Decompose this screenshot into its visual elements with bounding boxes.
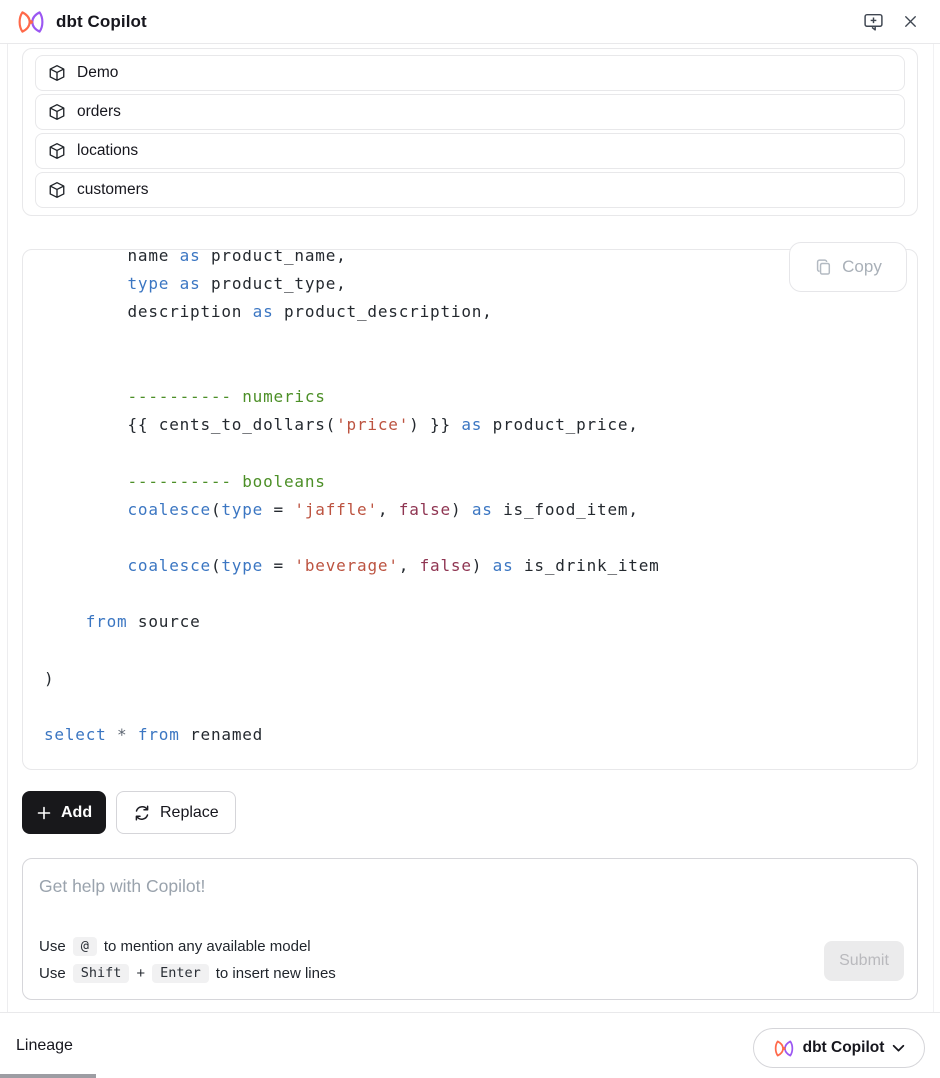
copilot-prompt-input[interactable]: Get help with Copilot! Use@to mention an… bbox=[22, 858, 918, 1000]
lineage-tab-underline bbox=[0, 1074, 96, 1078]
copy-icon bbox=[814, 258, 833, 277]
model-chip-demo[interactable]: Demo bbox=[35, 55, 905, 91]
panel-right-border bbox=[933, 44, 934, 1012]
add-button[interactable]: Add bbox=[22, 791, 106, 834]
page-title: dbt Copilot bbox=[56, 12, 147, 32]
model-chip-locations[interactable]: locations bbox=[35, 133, 905, 169]
replace-button[interactable]: Replace bbox=[116, 791, 236, 834]
refresh-icon bbox=[133, 804, 151, 822]
prompt-hints: Use@to mention any available model UseSh… bbox=[39, 933, 336, 986]
code-scroll-area[interactable]: name as product_name, type as product_ty… bbox=[23, 250, 917, 769]
plus-icon bbox=[36, 805, 52, 821]
open-in-editor-button[interactable] bbox=[861, 9, 886, 34]
model-chip-label: Demo bbox=[77, 64, 118, 82]
copilot-mode-dropdown[interactable]: dbt Copilot bbox=[753, 1028, 925, 1068]
model-chip-orders[interactable]: orders bbox=[35, 94, 905, 130]
hint-newlines: UseShift+Enterto insert new lines bbox=[39, 960, 336, 986]
cube-icon bbox=[48, 142, 66, 160]
model-list: Demo orders locations customers bbox=[22, 48, 918, 216]
panel-left-border bbox=[7, 44, 8, 1012]
close-icon bbox=[901, 12, 920, 31]
bottom-bar: Lineage dbt Copilot bbox=[0, 1012, 940, 1078]
open-in-editor-icon bbox=[863, 11, 884, 32]
prompt-placeholder: Get help with Copilot! bbox=[39, 876, 901, 897]
model-chip-label: locations bbox=[77, 142, 138, 160]
replace-button-label: Replace bbox=[160, 804, 219, 822]
copilot-header: dbt Copilot bbox=[0, 0, 940, 44]
copilot-dropdown-label: dbt Copilot bbox=[803, 1039, 885, 1057]
copy-button[interactable]: Copy bbox=[789, 242, 907, 292]
add-button-label: Add bbox=[61, 804, 92, 822]
dbt-copilot-logo-icon bbox=[773, 1039, 795, 1058]
code-content: name as product_name, type as product_ty… bbox=[23, 250, 917, 749]
model-chip-label: orders bbox=[77, 103, 121, 121]
generated-code-block: name as product_name, type as product_ty… bbox=[22, 249, 918, 770]
close-button[interactable] bbox=[899, 10, 922, 33]
hint-mention: Use@to mention any available model bbox=[39, 933, 336, 959]
cube-icon bbox=[48, 181, 66, 199]
chevron-down-icon bbox=[892, 1044, 905, 1053]
submit-button[interactable]: Submit bbox=[824, 941, 904, 981]
model-chip-customers[interactable]: customers bbox=[35, 172, 905, 208]
copy-button-label: Copy bbox=[842, 257, 882, 277]
cube-icon bbox=[48, 103, 66, 121]
tab-lineage[interactable]: Lineage bbox=[16, 1037, 73, 1055]
model-chip-label: customers bbox=[77, 181, 149, 199]
cube-icon bbox=[48, 64, 66, 82]
dbt-copilot-logo-icon bbox=[16, 9, 46, 35]
